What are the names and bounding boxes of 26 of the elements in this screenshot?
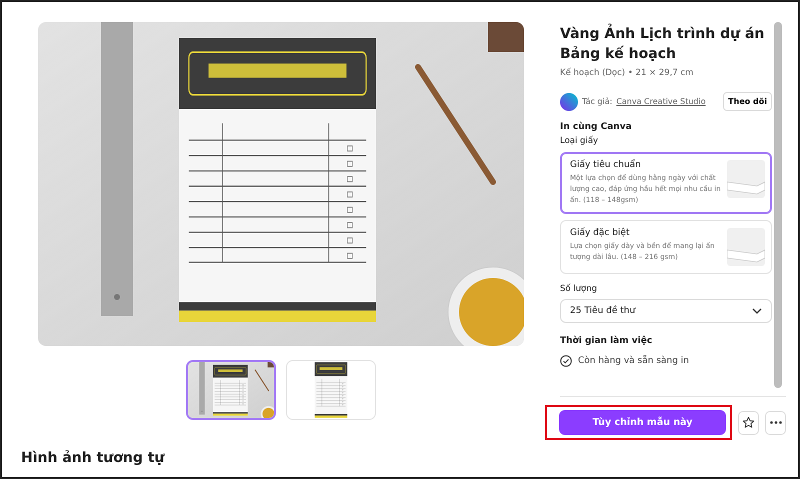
author-link[interactable]: Canva Creative Studio — [616, 97, 706, 106]
paper-stack-icon — [727, 160, 765, 198]
template-size: Kế hoạch (Dọc) • 21 × 29,7 cm — [560, 68, 694, 78]
field-label: Số lượng — [560, 284, 598, 294]
favorite-button[interactable] — [738, 410, 759, 434]
availability-text: Còn hàng và sẵn sàng in — [578, 356, 690, 366]
field-label: Loại giấy — [560, 136, 600, 146]
avatar-icon — [560, 92, 578, 110]
section-heading: In cùng Canva — [560, 122, 633, 132]
paper-stack-icon — [727, 228, 765, 266]
option-title: Giấy tiêu chuẩn — [570, 160, 642, 170]
template-title: Vàng Ảnh Lịch trình dự án Bảng kế hoạch — [560, 24, 772, 64]
more-icon — [770, 421, 782, 424]
author-label: Tác giả: — [582, 97, 612, 106]
thumbnail[interactable] — [186, 360, 276, 420]
quantity-dropdown[interactable]: 25 Tiêu đề thư — [560, 299, 772, 323]
check-circle-icon — [560, 355, 572, 367]
section-heading: Hình ảnh tương tự — [21, 450, 166, 466]
more-button[interactable] — [765, 410, 786, 434]
follow-button[interactable]: Theo dõi — [723, 92, 772, 111]
option-title: Giấy đặc biệt — [570, 228, 630, 238]
chevron-down-icon — [752, 308, 762, 314]
customize-button[interactable]: Tùy chỉnh mẫu này — [559, 410, 726, 435]
scrollbar[interactable] — [774, 22, 782, 388]
section-heading: Thời gian làm việc — [560, 336, 654, 346]
star-icon — [742, 416, 755, 429]
